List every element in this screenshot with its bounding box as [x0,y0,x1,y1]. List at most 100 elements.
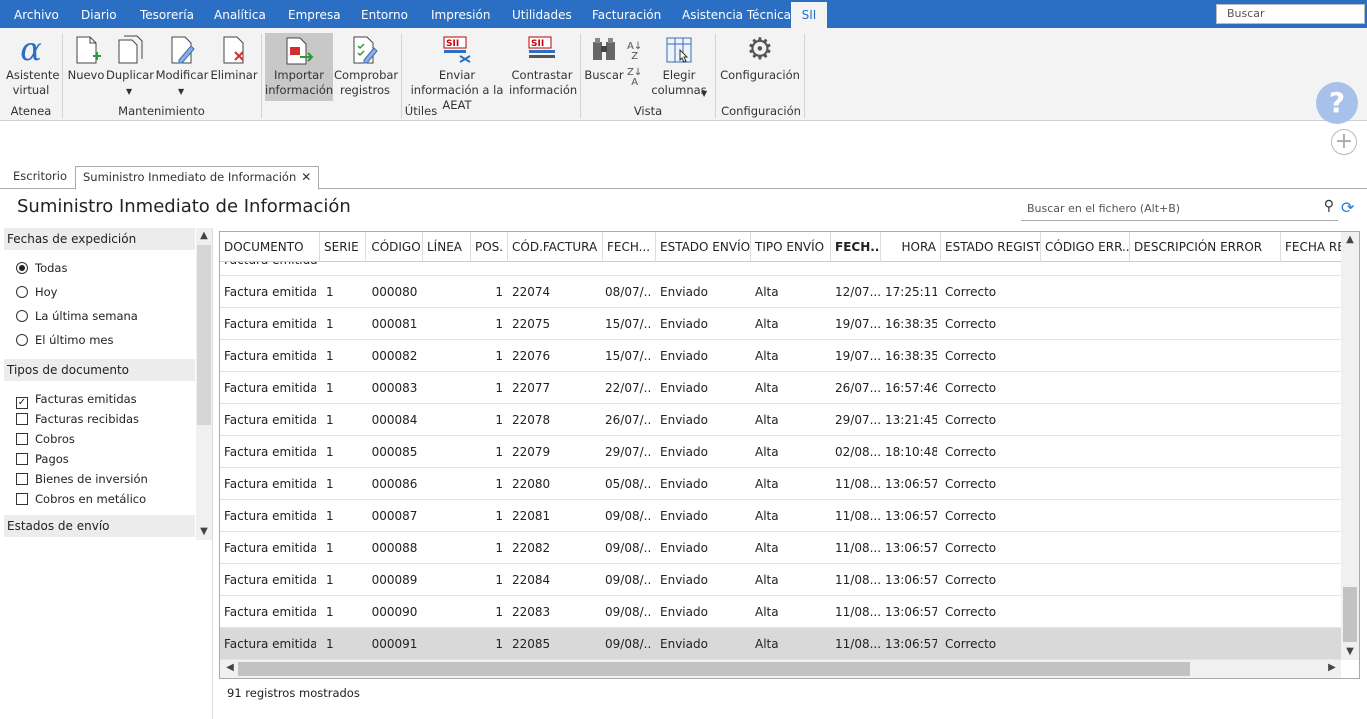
buscar-button[interactable]: Buscar [584,28,624,100]
column-header[interactable]: FECH... [603,232,656,262]
table-row[interactable]: Factura emitida 1 000087 1 22081 09/08/... Env… [220,500,1341,532]
filter-scrollbar[interactable]: ▲ ▼ [196,228,212,540]
column-header[interactable]: CÓDIGO ERR... [1041,232,1130,262]
chevron-down-icon: ▼ [178,87,185,96]
scroll-down-icon[interactable]: ▼ [196,526,212,537]
menu-empresa[interactable]: Empresa [288,0,341,28]
table-row[interactable]: Factura emitida 1 000090 1 22083 09/08/... Env… [220,596,1341,628]
table-cell: 17:25:11 [885,285,937,299]
radio-todas[interactable]: Todas [16,261,67,275]
checkbox-cobros[interactable]: Cobros [16,432,75,446]
add-tab-icon[interactable]: + [1331,129,1357,155]
menu-entorno[interactable]: Entorno [361,0,408,28]
file-search-input[interactable]: Buscar en el fichero (Alt+B) ⚲ [1021,197,1338,221]
contrastar-informacion-button[interactable]: SII Contrastar información [509,28,577,100]
table-row[interactable]: Factura emitida 1 000083 1 22077 22/07/... Env… [220,372,1341,404]
table-cell: 13:06:57 [885,541,937,555]
menu-sii[interactable]: SII [791,0,827,28]
table-row[interactable]: Factura emitida 1 000084 1 22078 26/07/... Env… [220,404,1341,436]
scroll-up-icon[interactable]: ▲ [196,230,212,241]
importar-informacion-button[interactable]: Importar información [265,33,333,101]
scroll-left-icon[interactable]: ◀ [222,662,238,673]
filter-section-fechas[interactable]: Fechas de expedición [4,228,195,250]
radio-ultimo-mes[interactable]: El último mes [16,333,113,347]
menu-analitica[interactable]: Analítica [214,0,266,28]
column-header[interactable]: ESTADO ENVÍO [656,232,751,262]
scroll-right-icon[interactable]: ▶ [1324,662,1340,673]
nuevo-button[interactable]: Nuevo [66,28,106,100]
column-header[interactable]: DESCRIPCIÓN ERROR [1130,232,1281,262]
table-row[interactable]: Factura emitida 1 000088 1 22082 09/08/... Env… [220,532,1341,564]
checkbox-facturas-emitidas[interactable]: ✓ Facturas emitidas [16,392,137,409]
checkbox-pagos[interactable]: Pagos [16,452,69,466]
filter-section-estados[interactable]: Estados de envío [4,515,195,537]
close-icon[interactable]: ✕ [301,170,311,184]
table-cell: 13:06:57 [885,605,937,619]
column-header[interactable]: HORA [881,232,941,262]
scrollbar-thumb[interactable] [1343,587,1357,642]
table-row[interactable]: Factura emitida 1 000080 1 22074 08/07/... Env… [220,276,1341,308]
menu-tesoreria[interactable]: Tesorería [140,0,194,28]
table-cell: 22077 [512,381,551,395]
menu-impresion[interactable]: Impresión [431,0,490,28]
grid-horizontal-scrollbar[interactable]: ◀ ▶ [220,660,1341,678]
column-header[interactable]: FECH... [831,232,881,262]
eliminar-button[interactable]: Eliminar [210,28,258,100]
column-header[interactable]: DOCUMENTO [220,232,320,262]
gear-icon: ⚙ [746,32,774,67]
duplicar-button[interactable]: Duplicar ▼ [106,28,154,100]
checkbox-cobros-metalico[interactable]: Cobros en metálico [16,492,146,506]
sort-button[interactable]: A↓ Z Z↓ A [624,28,646,100]
grid-vertical-scrollbar[interactable]: ▲ ▼ [1341,232,1359,660]
radio-ultima-semana[interactable]: La última semana [16,309,138,323]
comprobar-registros-button[interactable]: Comprobar registros [334,28,398,100]
table-row[interactable]: Factura emitida 1 000082 1 22076 15/07/... Env… [220,340,1341,372]
global-search-input[interactable]: Buscar [1216,4,1365,24]
column-header[interactable]: CÓDIGO [366,232,423,262]
table-row[interactable]: Factura emitida 1 000081 1 22075 15/07/... Env… [220,308,1341,340]
scroll-up-icon[interactable]: ▲ [1341,234,1359,245]
menu-facturacion[interactable]: Facturación [592,0,661,28]
table-row[interactable]: Factura emitida 1 000086 1 22080 05/08/... Env… [220,468,1341,500]
enviar-aeat-button[interactable]: SII Enviar información a la AEAT [405,28,509,112]
table-row[interactable]: Factura emitida 1 000091 1 22085 09/08/... Env… [220,628,1341,660]
checkbox-bienes-inversion[interactable]: Bienes de inversión [16,472,148,486]
search-icon[interactable]: ⚲ [1324,198,1334,214]
table-cell: 1 [495,605,503,619]
table-row-partial[interactable]: Factura emitida [220,262,1341,276]
column-header[interactable]: SERIE [320,232,366,262]
column-header[interactable]: ESTADO REGIST... [941,232,1041,262]
table-cell: Factura emitida [224,381,316,395]
table-cell: Enviado [660,285,708,299]
scroll-down-icon[interactable]: ▼ [1341,646,1359,657]
modificar-button[interactable]: Modificar ▼ [154,28,210,100]
filter-section-tipos[interactable]: Tipos de documento [4,359,195,381]
tab-escritorio[interactable]: Escritorio [6,166,74,189]
menu-utilidades[interactable]: Utilidades [512,0,572,28]
column-header[interactable]: TIPO ENVÍO [751,232,831,262]
menu-asistencia-tecnica[interactable]: Asistencia Técnica [682,0,791,28]
table-cell: Enviado [660,445,708,459]
column-header[interactable]: CÓD.FACTURA [508,232,603,262]
column-header[interactable]: POS. [471,232,508,262]
menu-diario[interactable]: Diario [81,0,117,28]
help-icon[interactable]: ? [1316,82,1358,124]
table-cell: Correcto [945,317,997,331]
table-cell: Factura emitida [224,477,316,491]
column-header[interactable]: LÍNEA [423,232,471,262]
scrollbar-thumb[interactable] [197,245,211,425]
table-cell: 000089 [371,573,418,587]
table-row[interactable]: Factura emitida 1 000085 1 22079 29/07/... Env… [220,436,1341,468]
scrollbar-thumb[interactable] [238,662,1190,676]
checkbox-facturas-recibidas[interactable]: Facturas recibidas [16,412,139,426]
table-cell: 15/07/... [605,349,652,363]
configuracion-button[interactable]: ⚙ Configuración [720,28,800,100]
refresh-icon[interactable]: ⟳ [1341,198,1354,217]
elegir-columnas-button[interactable]: Elegir columnas ▼ [648,28,710,100]
asistente-virtual-button[interactable]: α Asistente virtual [2,28,60,100]
radio-hoy[interactable]: Hoy [16,285,58,299]
tab-sii[interactable]: Suministro Inmediato de Información ✕ [75,166,320,190]
table-cell: Factura emitida [224,605,316,619]
menu-archivo[interactable]: Archivo [14,0,59,28]
table-row[interactable]: Factura emitida 1 000089 1 22084 09/08/... Env… [220,564,1341,596]
